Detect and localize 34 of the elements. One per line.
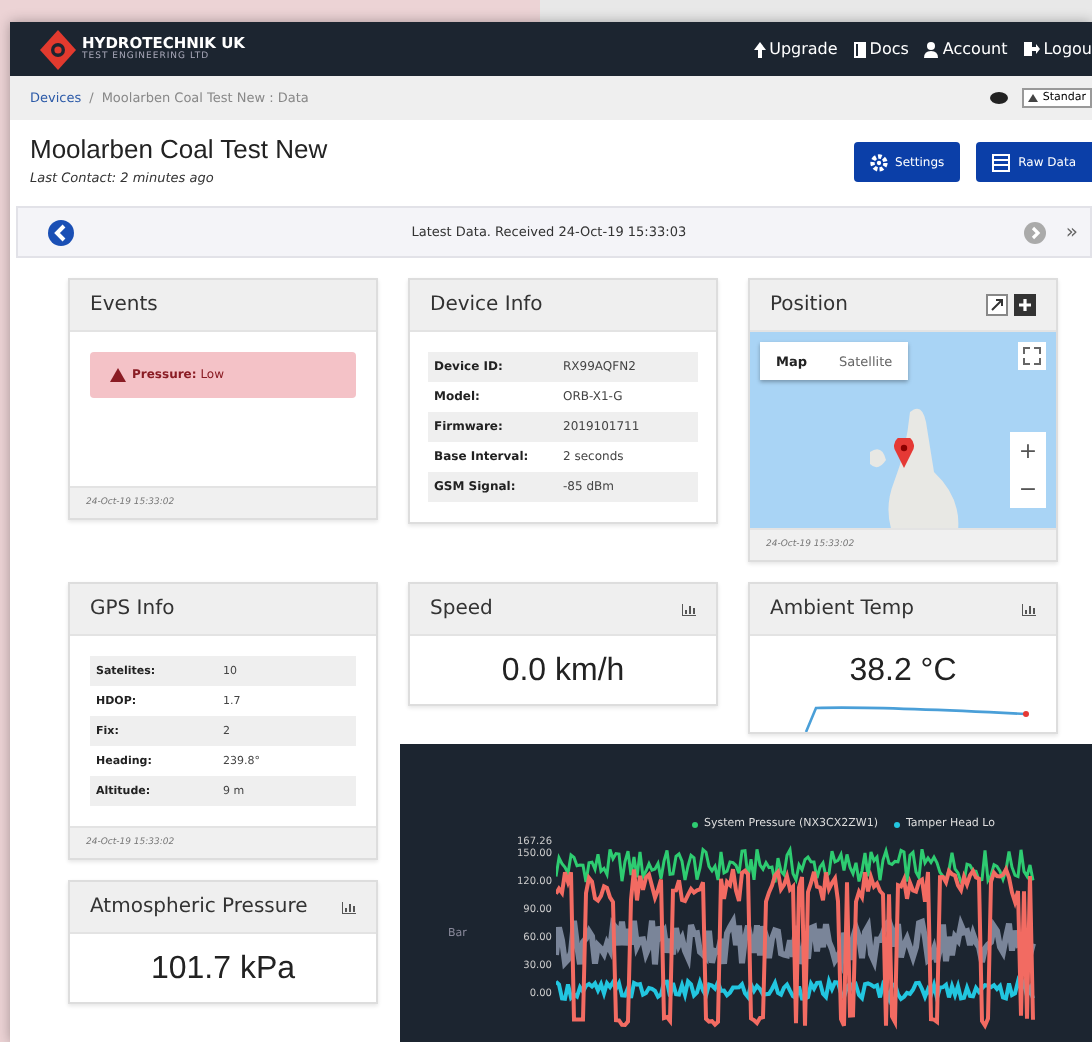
nav-link[interactable]: Docs — [853, 40, 909, 58]
fullscreen-button[interactable] — [1018, 342, 1046, 370]
add-icon[interactable] — [1014, 294, 1036, 316]
page-title: Moolarben Coal Test New — [30, 134, 328, 164]
card-title: GPS Info — [90, 598, 175, 620]
logout-icon — [1023, 42, 1040, 56]
warning-icon — [110, 368, 126, 382]
nav-link[interactable]: Account — [924, 40, 1008, 58]
bar-chart-icon[interactable] — [1022, 603, 1036, 615]
bar-chart-icon[interactable] — [342, 901, 356, 913]
arrow-up-icon — [753, 41, 766, 57]
pressure-value: 101.7 kPa — [148, 950, 298, 990]
user-icon — [924, 41, 939, 57]
card-title: Events — [90, 294, 158, 316]
last-button[interactable]: » — [1065, 221, 1078, 243]
eye-icon — [990, 92, 1009, 104]
logo-icon — [40, 29, 76, 69]
bar-chart-icon[interactable] — [682, 603, 696, 615]
card-title: Position — [770, 294, 848, 316]
nav-link[interactable]: Upgrade — [753, 40, 838, 58]
settings-icon — [869, 153, 888, 171]
card-title: Ambient Temp — [770, 598, 914, 620]
caret-icon — [1028, 94, 1039, 102]
card-title: Atmospheric Pressure — [90, 896, 308, 918]
table-icon — [992, 153, 1011, 171]
share-icon[interactable] — [986, 294, 1008, 316]
temperature-value: 38.2 °C — [847, 652, 959, 692]
nav-link[interactable]: Logou — [1023, 40, 1092, 58]
card-title: Device Info — [430, 294, 543, 316]
map-pin-icon — [894, 438, 914, 468]
book-icon — [853, 41, 866, 57]
speed-value: 0.0 km/h — [499, 652, 627, 692]
previous-button[interactable] — [48, 219, 74, 245]
card-title: Speed — [430, 598, 493, 620]
